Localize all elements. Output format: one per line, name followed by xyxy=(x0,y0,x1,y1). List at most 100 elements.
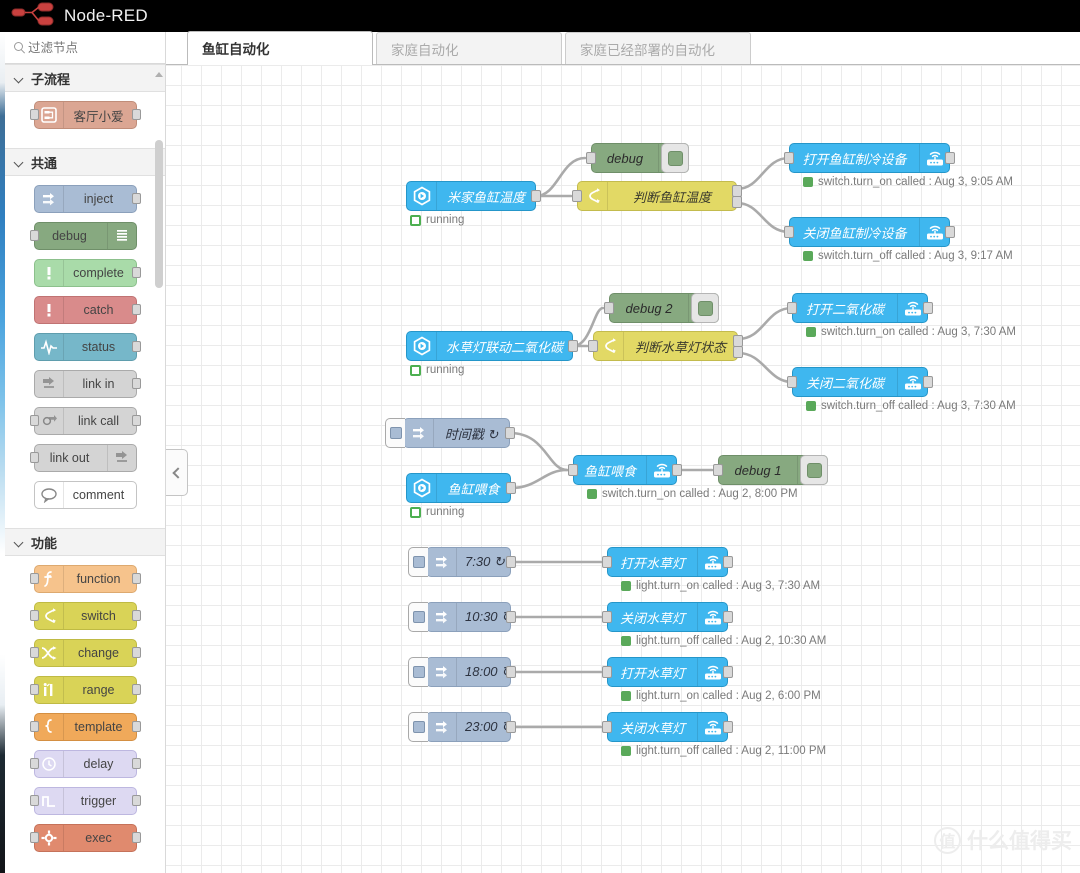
node-input-port[interactable] xyxy=(784,152,794,164)
node-output-port[interactable] xyxy=(131,795,141,806)
node-output-port[interactable] xyxy=(131,758,141,769)
flow-node-n4[interactable]: 打开鱼缸制冷设备 xyxy=(784,143,955,173)
node-output-port[interactable] xyxy=(506,666,516,678)
palette-node-delay[interactable]: delay xyxy=(29,750,141,778)
node-input-port[interactable] xyxy=(602,611,612,623)
palette-scrollbar[interactable] xyxy=(155,68,164,869)
palette-node-function[interactable]: function xyxy=(29,565,141,593)
node-output-port[interactable] xyxy=(506,556,516,568)
node-output-port[interactable] xyxy=(131,378,141,389)
flow-node-n21[interactable]: 23:00 ↻ xyxy=(408,712,516,742)
node-output-port[interactable] xyxy=(945,226,955,238)
node-input-port[interactable] xyxy=(29,758,39,769)
flow-node-n14[interactable]: debug 1 xyxy=(713,455,828,485)
flow-node-n3[interactable]: 判断鱼缸温度 xyxy=(572,181,742,211)
node-output-port[interactable] xyxy=(131,647,141,658)
node-input-port[interactable] xyxy=(29,610,39,621)
search-input[interactable] xyxy=(28,40,158,55)
flow-node-n8[interactable]: 判断水草灯状态 xyxy=(588,331,743,361)
node-output-port[interactable] xyxy=(723,721,733,733)
palette-node-link-in[interactable]: link in xyxy=(33,370,141,398)
node-output-port[interactable] xyxy=(506,721,516,733)
node-output-port-1[interactable] xyxy=(732,185,742,198)
palette-node-link-call[interactable]: link call xyxy=(29,407,141,435)
node-input-port[interactable] xyxy=(29,573,39,584)
flow-node-n19[interactable]: 18:00 ↻ xyxy=(408,657,516,687)
node-output-port[interactable] xyxy=(923,376,933,388)
palette-scroll-area[interactable]: 子流程 客厅小爱 共通 inject debug complete catch status l… xyxy=(5,64,165,873)
node-input-port[interactable] xyxy=(713,464,723,476)
node-output-port[interactable] xyxy=(131,304,141,315)
debug-toggle-button[interactable] xyxy=(661,143,689,173)
node-output-port[interactable] xyxy=(131,832,141,843)
palette-search[interactable] xyxy=(5,32,165,64)
flow-canvas[interactable]: 值 什么值得买 米家鱼缸温度 running debug 判断鱼缸温度 打开鱼缸制冷设备… xyxy=(166,65,1080,873)
node-input-port[interactable] xyxy=(568,464,578,476)
flow-node-n7[interactable]: debug 2 xyxy=(604,293,719,323)
flow-node-n11[interactable]: 时间戳 ↻ xyxy=(385,418,515,448)
palette-node-range[interactable]: range xyxy=(29,676,141,704)
palette-collapse-handle[interactable] xyxy=(166,449,188,496)
palette-node-link-out[interactable]: link out xyxy=(29,444,137,472)
palette-node-debug[interactable]: debug xyxy=(29,222,137,250)
node-output-port[interactable] xyxy=(131,684,141,695)
node-output-port[interactable] xyxy=(568,340,578,352)
node-output-port[interactable] xyxy=(131,267,141,278)
palette-node-template[interactable]: template xyxy=(29,713,141,741)
inject-trigger-button[interactable] xyxy=(408,547,428,577)
flow-node-n18[interactable]: 关闭水草灯 xyxy=(602,602,733,632)
node-output-port[interactable] xyxy=(131,341,141,352)
node-output-port[interactable] xyxy=(131,109,141,120)
inject-trigger-button[interactable] xyxy=(408,602,428,632)
palette-node-comment[interactable]: comment xyxy=(33,481,137,509)
node-output-port[interactable] xyxy=(723,556,733,568)
node-output-port[interactable] xyxy=(672,464,682,476)
flow-node-n1[interactable]: 米家鱼缸温度 xyxy=(406,181,541,211)
node-output-port[interactable] xyxy=(505,427,515,439)
node-input-port[interactable] xyxy=(29,109,39,120)
palette-node-switch[interactable]: switch xyxy=(29,602,141,630)
palette-category-header[interactable]: 子流程 xyxy=(5,64,165,92)
flow-node-n17[interactable]: 10:30 ↻ xyxy=(408,602,516,632)
palette-node-trigger[interactable]: trigger xyxy=(29,787,141,815)
node-output-port-2[interactable] xyxy=(733,346,743,359)
node-input-port[interactable] xyxy=(588,340,598,352)
node-input-port[interactable] xyxy=(29,647,39,658)
node-output-port[interactable] xyxy=(131,193,141,204)
palette-node-complete[interactable]: complete xyxy=(33,259,141,287)
node-output-port-2[interactable] xyxy=(732,196,742,209)
node-input-port[interactable] xyxy=(787,302,797,314)
palette-category-header[interactable]: 共通 xyxy=(5,148,165,176)
node-input-port[interactable] xyxy=(784,226,794,238)
flow-node-n13[interactable]: 鱼缸喂食 xyxy=(568,455,682,485)
node-output-port[interactable] xyxy=(945,152,955,164)
palette-node-inject[interactable]: inject xyxy=(33,185,141,213)
flow-node-n15[interactable]: 7:30 ↻ xyxy=(408,547,516,577)
node-input-port[interactable] xyxy=(29,415,39,426)
node-output-port-1[interactable] xyxy=(733,335,743,348)
node-input-port[interactable] xyxy=(572,190,582,202)
palette-node-客厅小爱[interactable]: 客厅小爱 xyxy=(29,101,141,129)
node-output-port[interactable] xyxy=(923,302,933,314)
palette-category-header[interactable]: 功能 xyxy=(5,528,165,556)
node-output-port[interactable] xyxy=(131,721,141,732)
node-input-port[interactable] xyxy=(29,721,39,732)
flow-node-n20[interactable]: 打开水草灯 xyxy=(602,657,733,687)
flow-node-n10[interactable]: 关闭二氧化碳 xyxy=(787,367,933,397)
node-output-port[interactable] xyxy=(131,573,141,584)
debug-toggle-button[interactable] xyxy=(800,455,828,485)
node-input-port[interactable] xyxy=(604,302,614,314)
palette-scrollbar-thumb[interactable] xyxy=(155,140,163,288)
inject-trigger-button[interactable] xyxy=(385,418,405,448)
flow-node-n12[interactable]: 鱼缸喂食 xyxy=(406,473,516,503)
inject-trigger-button[interactable] xyxy=(408,657,428,687)
palette-node-catch[interactable]: catch xyxy=(33,296,141,324)
flow-tab-1[interactable]: 鱼缸自动化 xyxy=(187,31,373,65)
node-output-port[interactable] xyxy=(506,611,516,623)
node-input-port[interactable] xyxy=(586,152,596,164)
flow-node-n5[interactable]: 关闭鱼缸制冷设备 xyxy=(784,217,955,247)
node-output-port[interactable] xyxy=(723,611,733,623)
node-output-port[interactable] xyxy=(131,415,141,426)
node-input-port[interactable] xyxy=(602,666,612,678)
node-input-port[interactable] xyxy=(29,795,39,806)
